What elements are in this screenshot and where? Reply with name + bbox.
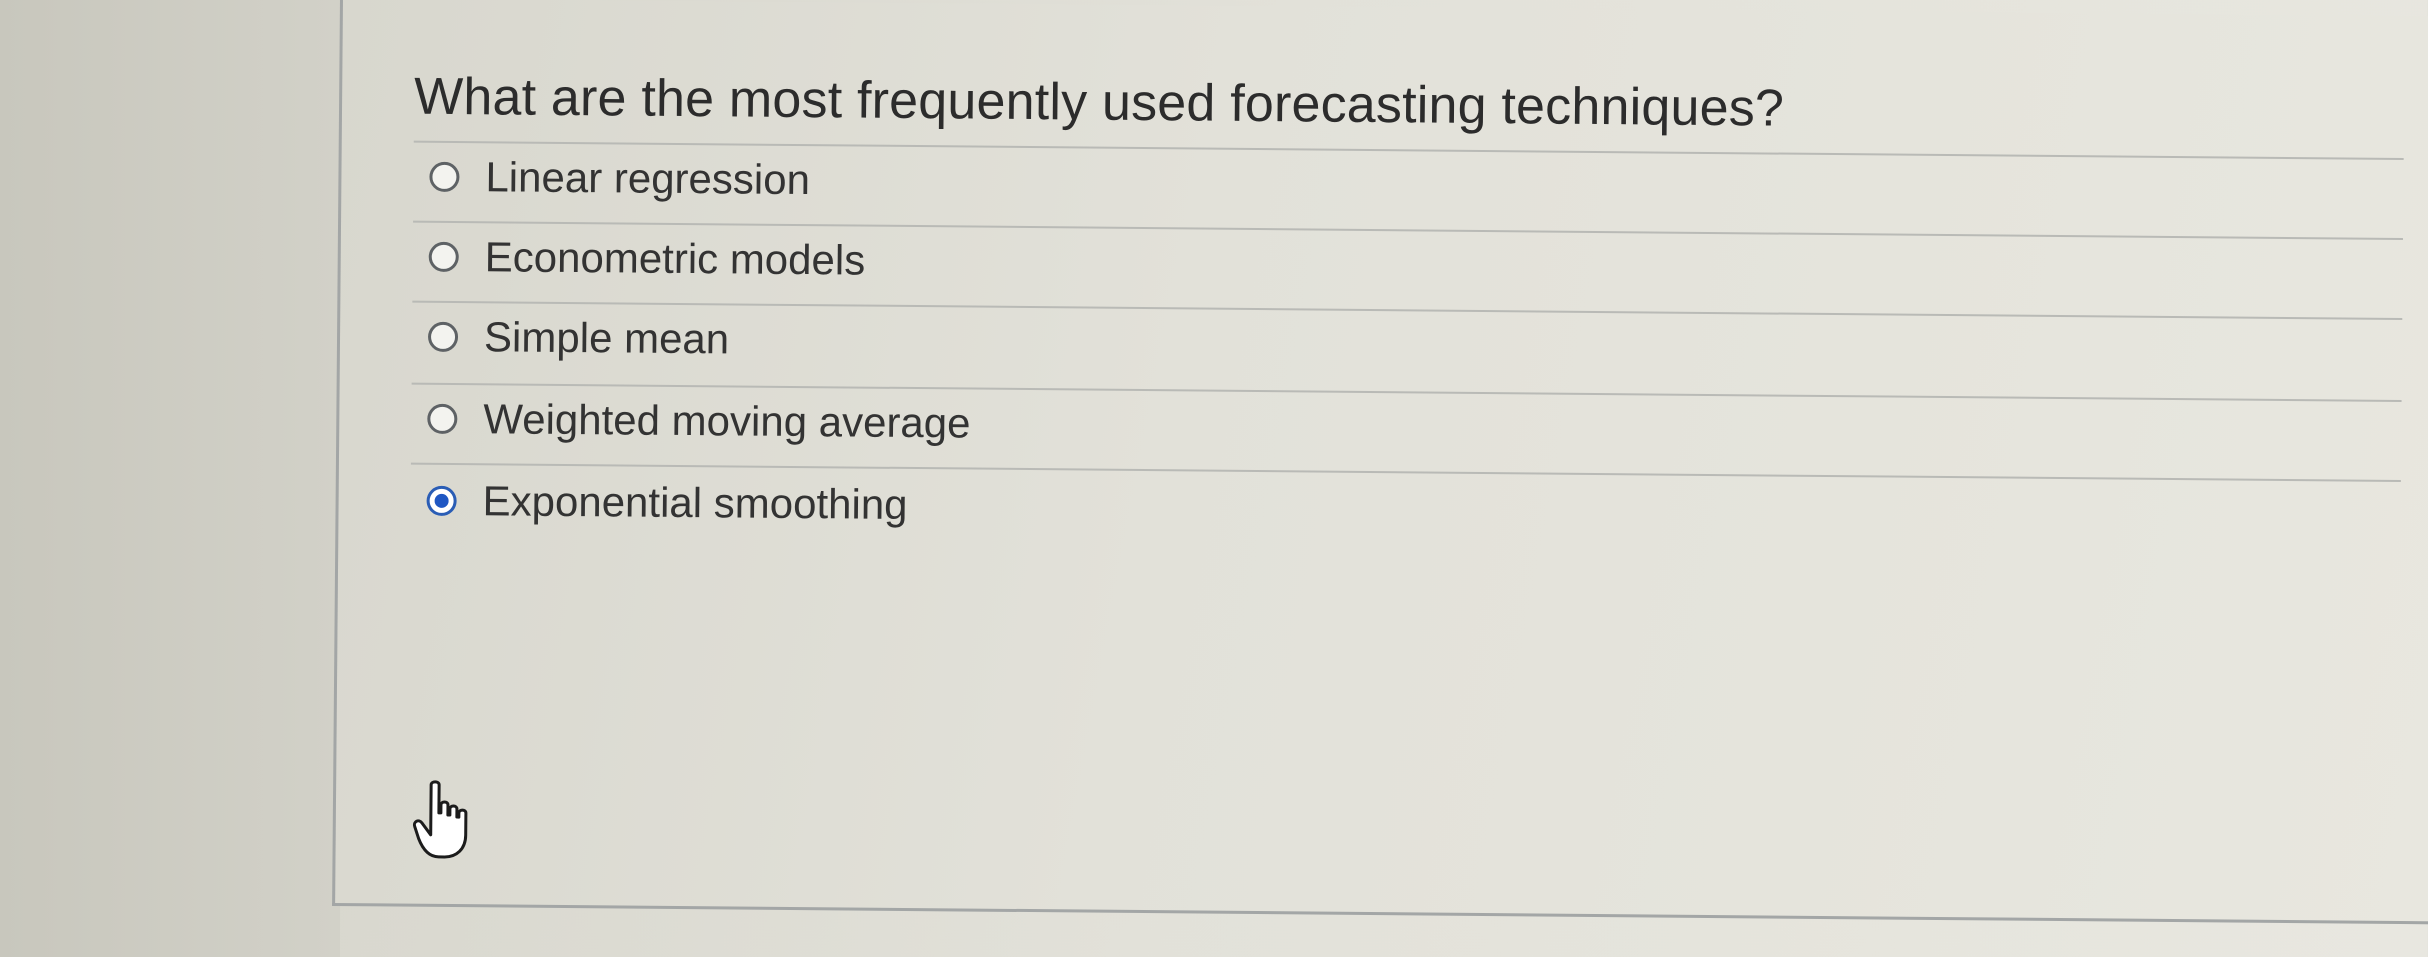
option-label: Simple mean bbox=[483, 313, 730, 363]
radio-button-selected[interactable] bbox=[426, 485, 457, 517]
question-card: What are the most frequently used foreca… bbox=[332, 0, 2428, 925]
option-label: Econometric models bbox=[484, 233, 866, 284]
option-econometric-models[interactable]: Econometric models bbox=[428, 227, 865, 291]
option-label: Linear regression bbox=[485, 153, 811, 204]
option-weighted-moving-average[interactable]: Weighted moving average bbox=[427, 389, 971, 454]
option-linear-regression[interactable]: Linear regression bbox=[429, 147, 810, 210]
radio-button[interactable] bbox=[428, 241, 459, 273]
option-simple-mean[interactable]: Simple mean bbox=[427, 307, 730, 370]
radio-button[interactable] bbox=[429, 161, 460, 193]
hand-pointer-icon bbox=[412, 780, 468, 859]
option-exponential-smoothing[interactable]: Exponential smoothing bbox=[426, 471, 908, 535]
radio-button[interactable] bbox=[427, 321, 459, 353]
option-label: Weighted moving average bbox=[483, 395, 971, 447]
option-label: Exponential smoothing bbox=[482, 477, 908, 528]
radio-button[interactable] bbox=[427, 403, 458, 435]
page-left-margin bbox=[0, 0, 340, 957]
question-text: What are the most frequently used foreca… bbox=[413, 67, 1785, 138]
